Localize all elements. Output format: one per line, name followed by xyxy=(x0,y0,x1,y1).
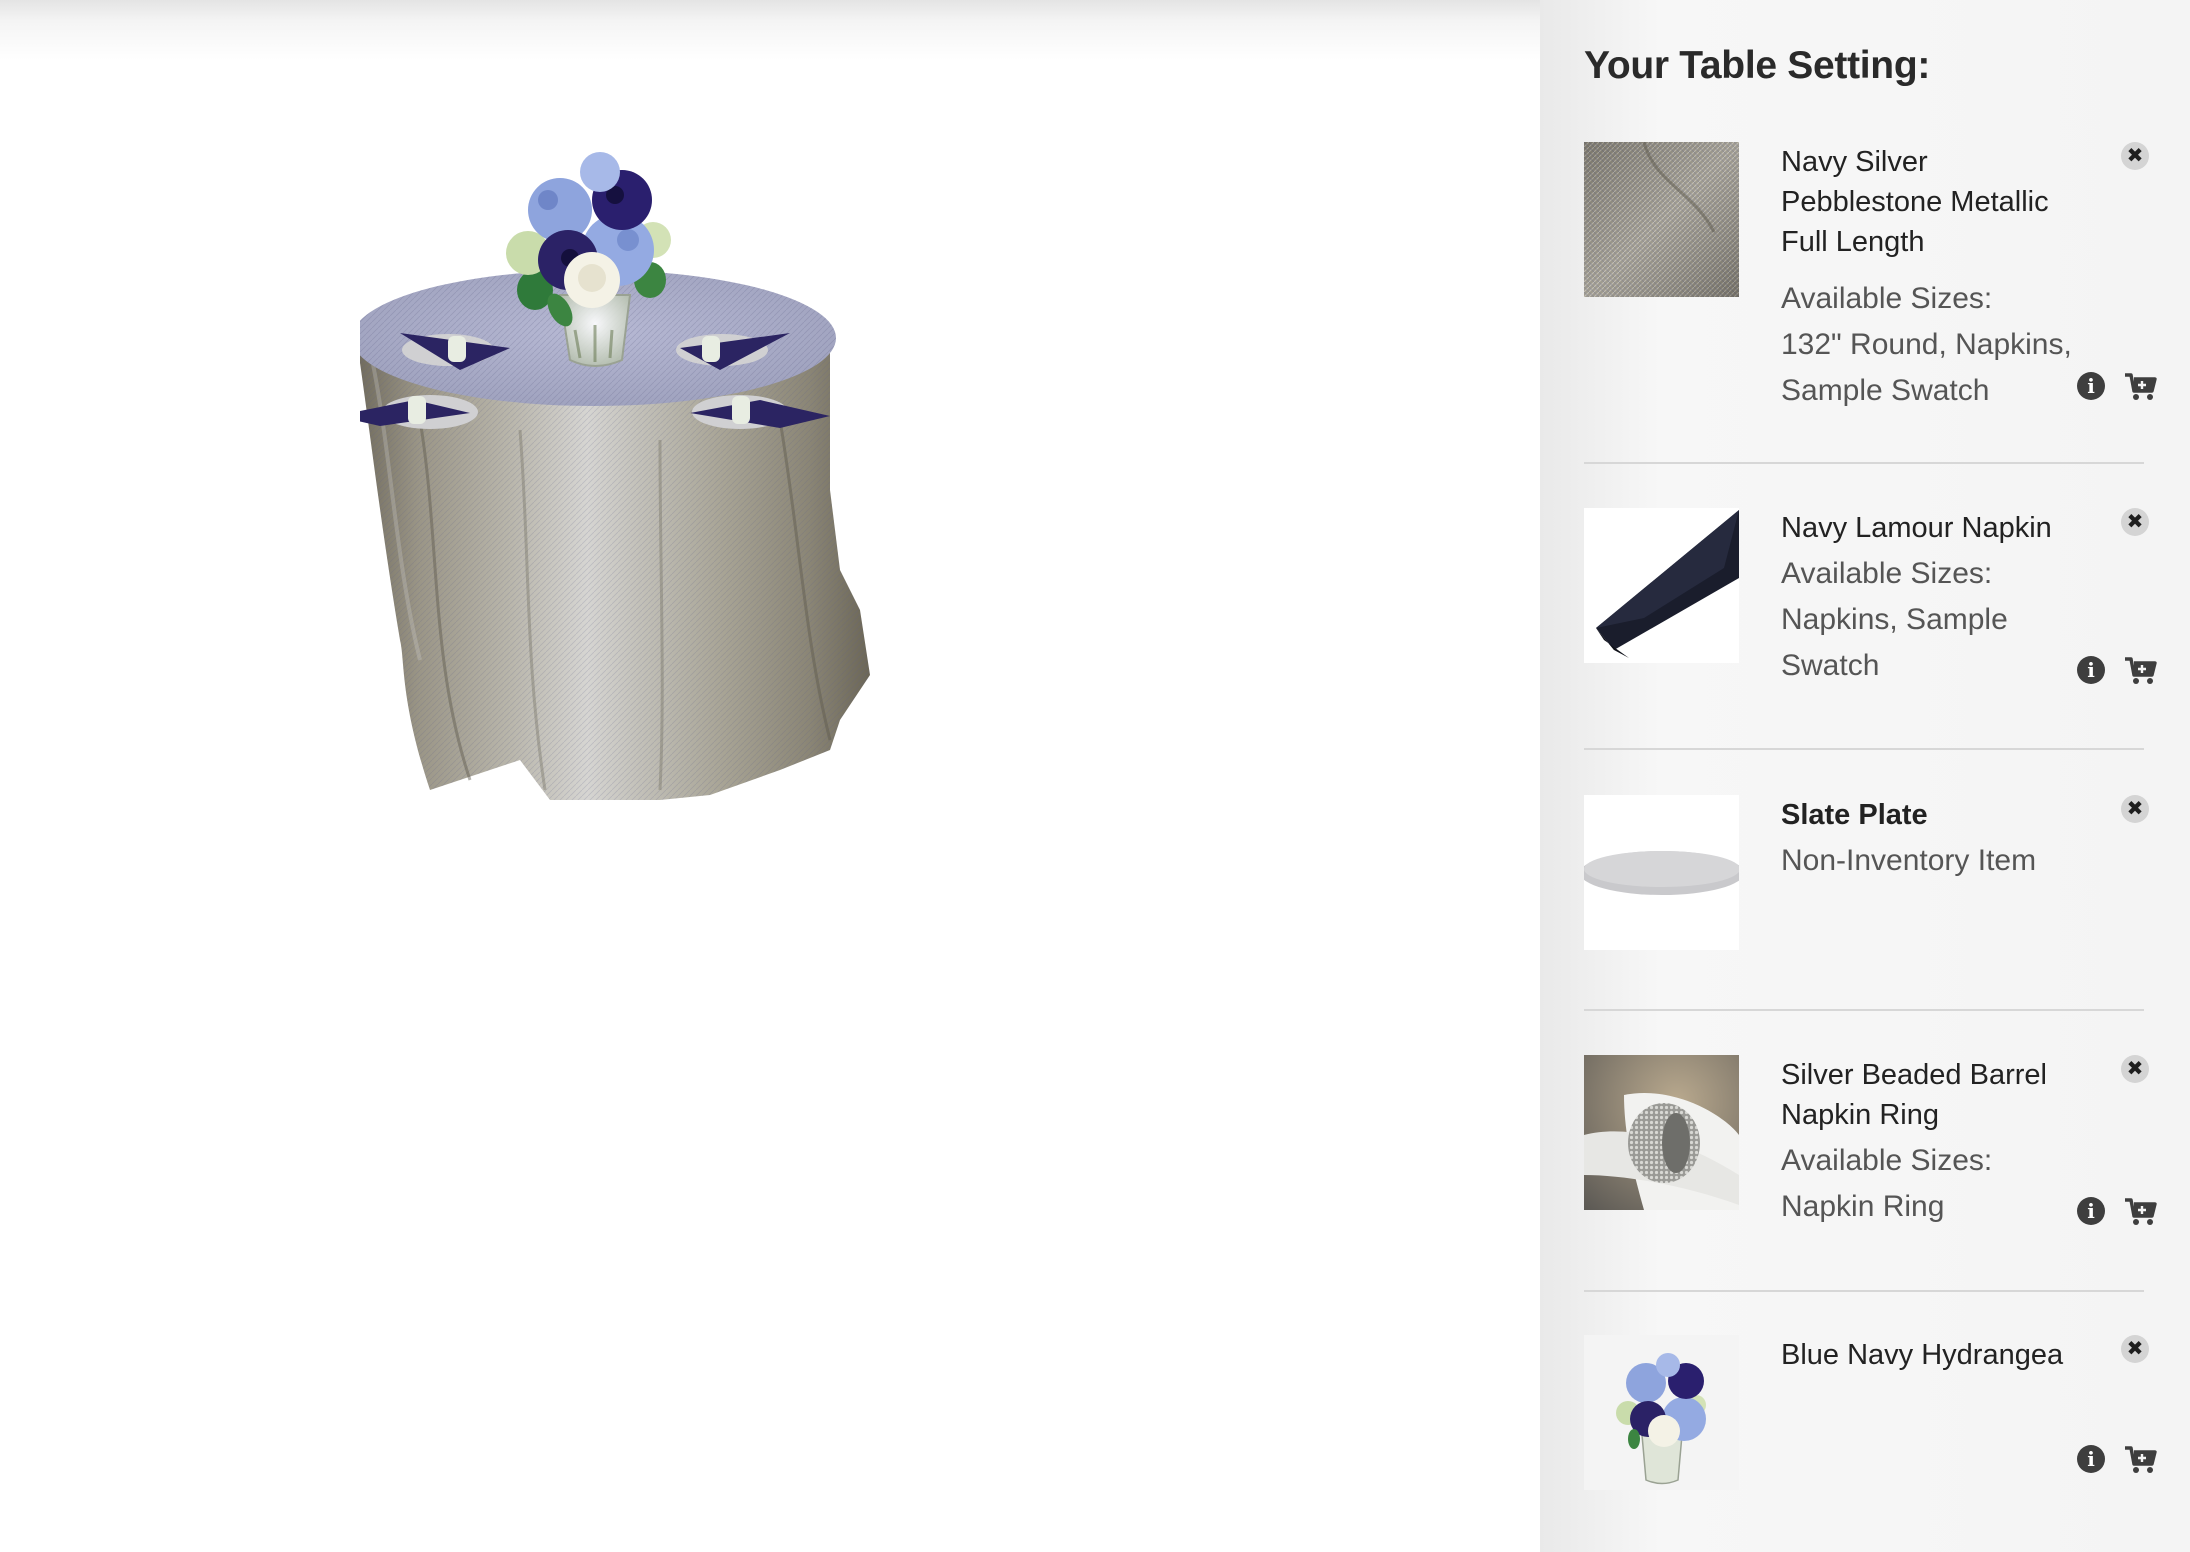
napkin-thumbnail[interactable] xyxy=(1584,508,1739,663)
table-setting-sidebar: Your Table Setting: Navy Silver Pebblest… xyxy=(1540,0,2190,1552)
item-sizes-label: Available Sizes: xyxy=(1781,1144,1993,1177)
item-note: Non-Inventory Item xyxy=(1781,844,2037,877)
setting-item-napkin-ring: Silver Beaded Barrel Napkin Ring Availab… xyxy=(1584,1055,2157,1255)
close-icon[interactable]: ✖ xyxy=(2121,795,2149,823)
add-to-cart-icon[interactable] xyxy=(2124,1445,2158,1475)
close-icon[interactable]: ✖ xyxy=(2121,1335,2149,1363)
plate-icon xyxy=(1584,795,1739,950)
item-name[interactable]: Slate Plate xyxy=(1781,795,2081,835)
top-shadow xyxy=(0,0,1540,60)
table-preview xyxy=(360,100,1210,920)
item-name[interactable]: Silver Beaded Barrel Napkin Ring xyxy=(1781,1055,2081,1135)
divider xyxy=(1584,462,2144,464)
divider xyxy=(1584,748,2144,750)
setting-item-plate: Slate Plate Non-Inventory Item ✖ xyxy=(1584,795,2149,955)
info-icon[interactable]: i xyxy=(2077,656,2105,684)
centerpiece-thumbnail[interactable] xyxy=(1584,1335,1739,1490)
item-sizes: Napkin Ring xyxy=(1781,1190,1945,1223)
info-icon[interactable]: i xyxy=(2077,1197,2105,1225)
add-to-cart-icon[interactable] xyxy=(2124,372,2158,402)
item-name[interactable]: Blue Navy Hydrangea xyxy=(1781,1335,2081,1375)
close-icon[interactable]: ✖ xyxy=(2121,1055,2149,1083)
item-sizes: Napkins, Sample Swatch xyxy=(1781,603,2008,682)
fabric-swatch-icon xyxy=(1584,142,1739,297)
fabric-swatch-thumbnail[interactable] xyxy=(1584,142,1739,297)
divider xyxy=(1584,1009,2144,1011)
divider xyxy=(1584,1290,2144,1292)
item-sizes-label: Available Sizes: xyxy=(1781,282,1993,315)
add-to-cart-icon[interactable] xyxy=(2124,656,2158,686)
plate-thumbnail[interactable] xyxy=(1584,795,1739,950)
item-sizes: 132" Round, Napkins, Sample Swatch xyxy=(1781,328,2072,407)
setting-item-centerpiece: Blue Navy Hydrangea ✖ i xyxy=(1584,1335,2157,1505)
close-icon[interactable]: ✖ xyxy=(2121,508,2149,536)
napkin-ring-icon xyxy=(1584,1055,1739,1210)
info-icon[interactable]: i xyxy=(2077,372,2105,400)
flower-centerpiece-icon xyxy=(1584,1335,1739,1490)
table-setting-illustration xyxy=(360,152,870,800)
setting-item-napkin: Navy Lamour Napkin Available Sizes: Napk… xyxy=(1584,508,2157,708)
sidebar-title: Your Table Setting: xyxy=(1584,44,1931,87)
close-icon[interactable]: ✖ xyxy=(2121,142,2149,170)
napkin-icon xyxy=(1584,508,1739,663)
item-sizes-label: Available Sizes: xyxy=(1781,557,1993,590)
item-name[interactable]: Navy Lamour Napkin xyxy=(1781,508,2081,548)
setting-item-tablecloth: Navy Silver Pebblestone Metallic Full Le… xyxy=(1584,142,2157,422)
item-name[interactable]: Navy Silver Pebblestone Metallic Full Le… xyxy=(1781,142,2081,262)
add-to-cart-icon[interactable] xyxy=(2124,1197,2158,1227)
info-icon[interactable]: i xyxy=(2077,1445,2105,1473)
napkin-ring-thumbnail[interactable] xyxy=(1584,1055,1739,1210)
